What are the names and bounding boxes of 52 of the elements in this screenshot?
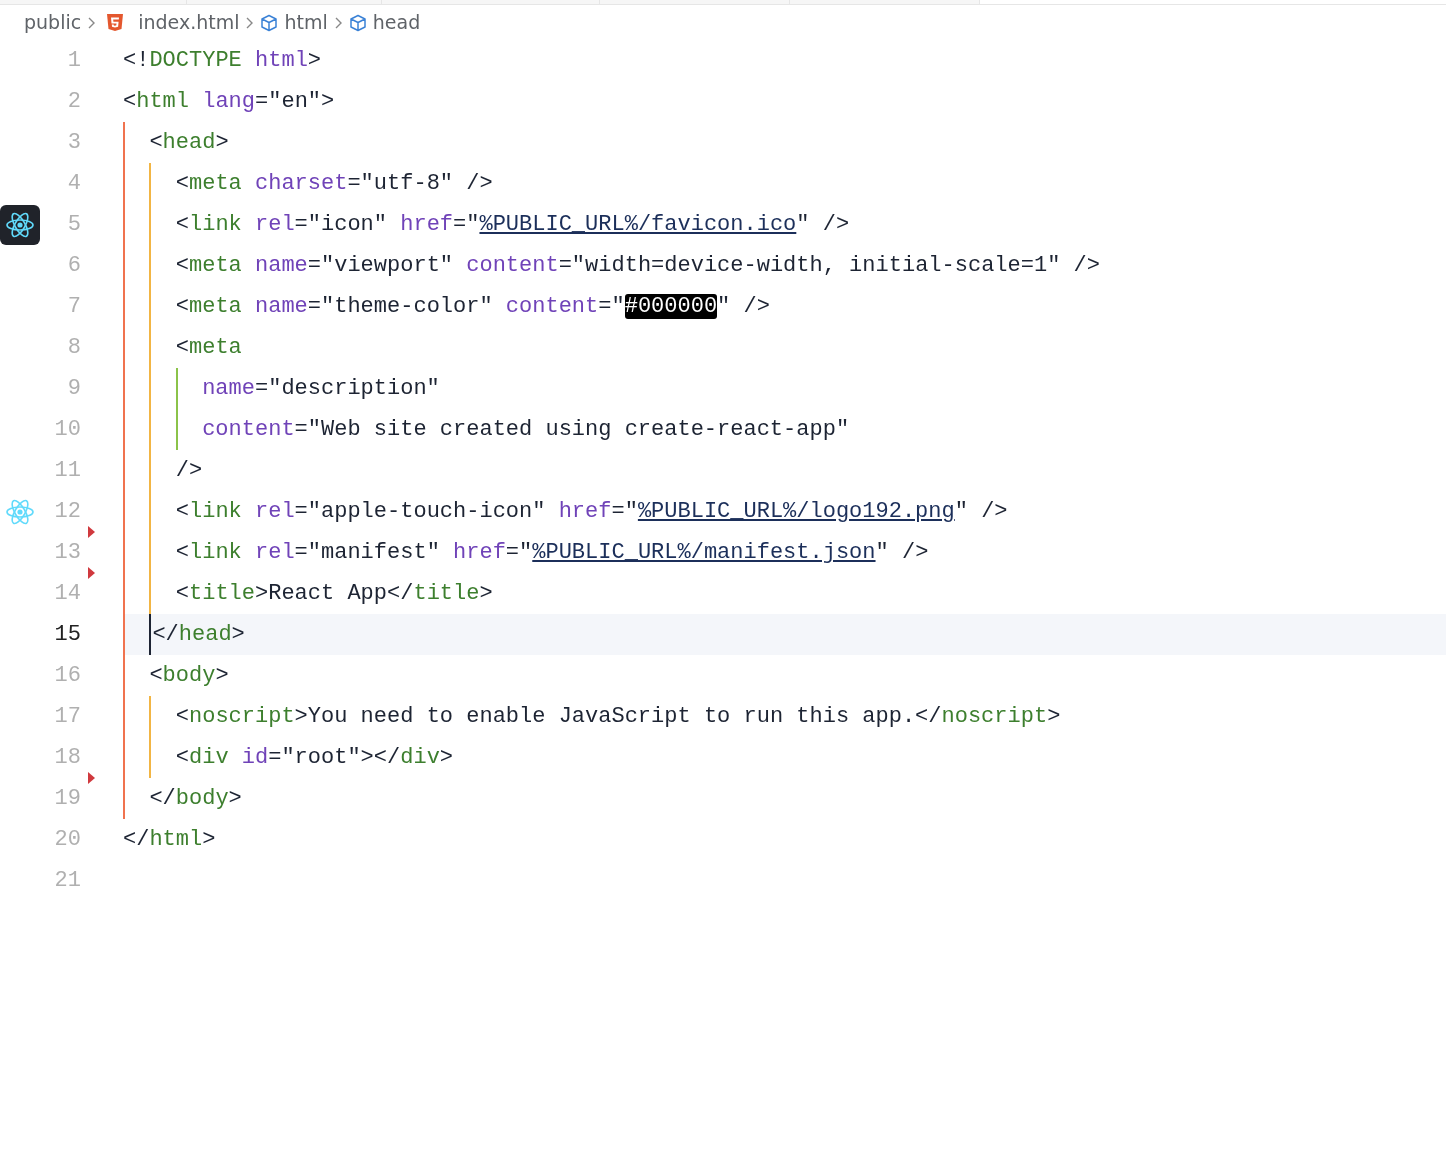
code-line: <meta name="theme-color" content="#000000" />: [175, 293, 770, 321]
code-line: <div id="root"></div>: [175, 744, 454, 772]
line-number: 12: [53, 498, 81, 526]
code-line: <link rel="manifest" href="%PUBLIC_URL%/manifest.json" />: [175, 539, 929, 567]
code-line: <link rel="apple-touch-icon" href="%PUBLIC_URL%/logo192.png" />: [175, 498, 1008, 526]
code-line: <noscript>You need to enable JavaScript to run this app.</noscript>: [175, 703, 1061, 731]
html-file-icon: [106, 13, 125, 32]
breadcrumb-item[interactable]: html: [284, 8, 328, 37]
code-line: <meta charset="utf-8" />: [175, 170, 493, 198]
line-number: 18: [53, 744, 81, 772]
line-number: 1: [66, 47, 81, 75]
line-number: 9: [66, 375, 81, 403]
line-number: 13: [53, 539, 81, 567]
code-line: <meta: [175, 334, 242, 362]
code-line: />: [175, 457, 203, 485]
code-line: <link rel="icon" href="%PUBLIC_URL%/favicon.ico" />: [175, 211, 850, 239]
code-line: name="description": [202, 375, 440, 403]
line-number: 19: [53, 785, 81, 813]
line-number: 5: [66, 211, 81, 239]
line-number: 11: [53, 457, 81, 485]
chevron-icon: [333, 15, 343, 30]
code-line: <title>React App</title>: [175, 580, 493, 608]
line-number: 4: [66, 170, 81, 198]
code-line: </html>: [123, 826, 216, 854]
code-line: </head>: [152, 621, 245, 649]
line-number: 15: [53, 621, 81, 649]
breadcrumb-item[interactable]: head: [372, 8, 421, 37]
code-line: <meta name="viewport" content="width=device-width, initial-scale=1" />: [175, 252, 1100, 280]
line-number: 14: [53, 580, 81, 608]
chevron-icon: [87, 15, 97, 30]
line-number: 2: [66, 88, 81, 116]
text-cursor: [149, 614, 152, 655]
line-number: 10: [53, 416, 81, 444]
cube-icon: [260, 13, 279, 32]
code-line: <head>: [149, 129, 229, 157]
line-number: 3: [66, 129, 81, 157]
line-number: 8: [66, 334, 81, 362]
line-number: 7: [66, 293, 81, 321]
code-line: <!DOCTYPE html>: [123, 47, 322, 75]
breadcrumb-item[interactable]: public: [24, 8, 82, 37]
line-number: 16: [53, 662, 81, 690]
code-line: content="Web site created using create-react-app": [202, 416, 850, 444]
code-line: <body>: [149, 662, 229, 690]
breadcrumb-item[interactable]: index.html: [138, 8, 240, 37]
code-line: <html lang="en">: [123, 88, 335, 116]
line-number: 6: [66, 252, 81, 280]
code-line: </body>: [149, 785, 242, 813]
line-number: 21: [53, 867, 81, 895]
line-number: 20: [53, 826, 81, 854]
cube-icon: [348, 13, 367, 32]
chevron-icon: [245, 15, 255, 30]
line-number: 17: [53, 703, 81, 731]
